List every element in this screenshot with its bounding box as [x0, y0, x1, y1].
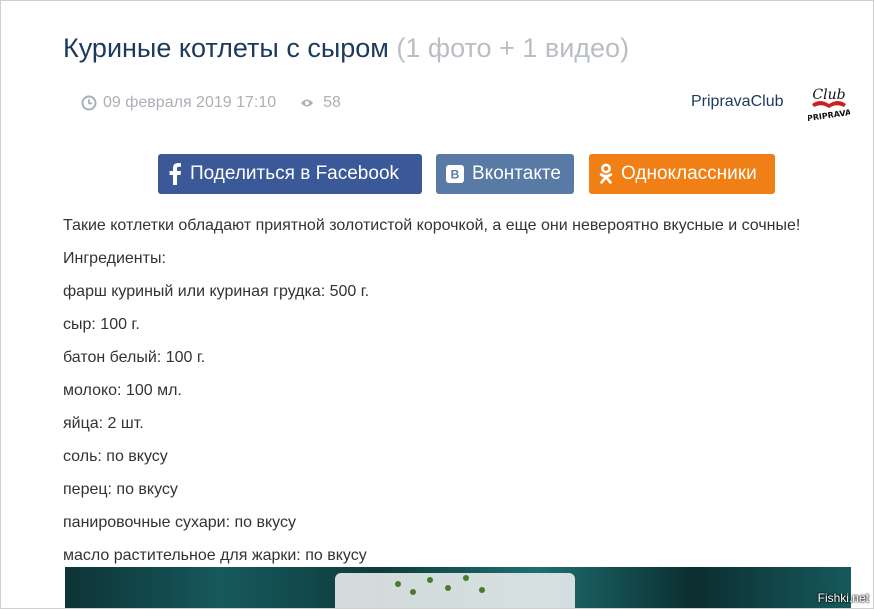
watermark: Fishki.net: [817, 591, 869, 605]
ingredient-item: молоко: 100 мл.: [63, 382, 182, 399]
photo-herb: [410, 589, 416, 595]
odnoklassniki-icon: [599, 163, 613, 184]
ingredient-item: фарш куриный или куриная грудка: 500 г.: [63, 283, 370, 300]
share-odnoklassniki-label: Одноклассники: [621, 163, 757, 184]
facebook-icon: [169, 163, 181, 185]
photo-herb: [479, 587, 485, 593]
article-title-row: Куриные котлеты с сыром (1 фото + 1 виде…: [63, 31, 629, 65]
article-body: Такие котлетки обладают приятной золотис…: [63, 213, 863, 576]
vk-icon: B: [446, 165, 464, 183]
article-title: Куриные котлеты с сыром: [63, 33, 389, 63]
author-name[interactable]: PripravaClub: [691, 93, 783, 111]
svg-text:B: B: [451, 168, 460, 182]
share-odnoklassniki-button[interactable]: Одноклассники: [589, 154, 775, 194]
view-count: 58: [323, 94, 341, 111]
article-photo[interactable]: [65, 567, 851, 608]
article-date: 09 февраля 2019 17:10: [103, 94, 277, 111]
ingredient-item: перец: по вкусу: [63, 481, 178, 498]
photo-herb: [463, 575, 469, 581]
eye-icon: [301, 99, 314, 107]
photo-herb: [395, 581, 401, 587]
ingredient-item: сыр: 100 г.: [63, 316, 140, 333]
share-vkontakte-label: Вконтакте: [472, 163, 561, 184]
share-facebook-button[interactable]: Поделиться в Facebook: [158, 154, 422, 194]
article-meta: 09 февраля 2019 17:10 58: [81, 93, 341, 113]
ingredient-item: батон белый: 100 г.: [63, 349, 206, 366]
ingredient-item: соль: по вкусу: [63, 448, 168, 465]
clock-icon: [81, 95, 97, 111]
photo-herb: [445, 585, 451, 591]
author-avatar-logo[interactable]: Club PRIPRAVA: [808, 82, 850, 124]
ingredients-heading: Ингредиенты:: [63, 250, 166, 267]
photo-plate: [335, 573, 575, 608]
share-facebook-label: Поделиться в Facebook: [190, 163, 400, 184]
page-frame: Куриные котлеты с сыром (1 фото + 1 виде…: [0, 0, 874, 609]
svg-text:Club: Club: [812, 87, 845, 103]
share-vkontakte-button[interactable]: B Вконтакте: [436, 154, 574, 194]
ingredient-item: панировочные сухари: по вкусу: [63, 514, 296, 531]
article-title-suffix: (1 фото + 1 видео): [396, 33, 630, 63]
photo-herb: [427, 577, 433, 583]
ingredient-item: яйца: 2 шт.: [63, 415, 144, 432]
article-intro: Такие котлетки обладают приятной золотис…: [63, 217, 801, 234]
